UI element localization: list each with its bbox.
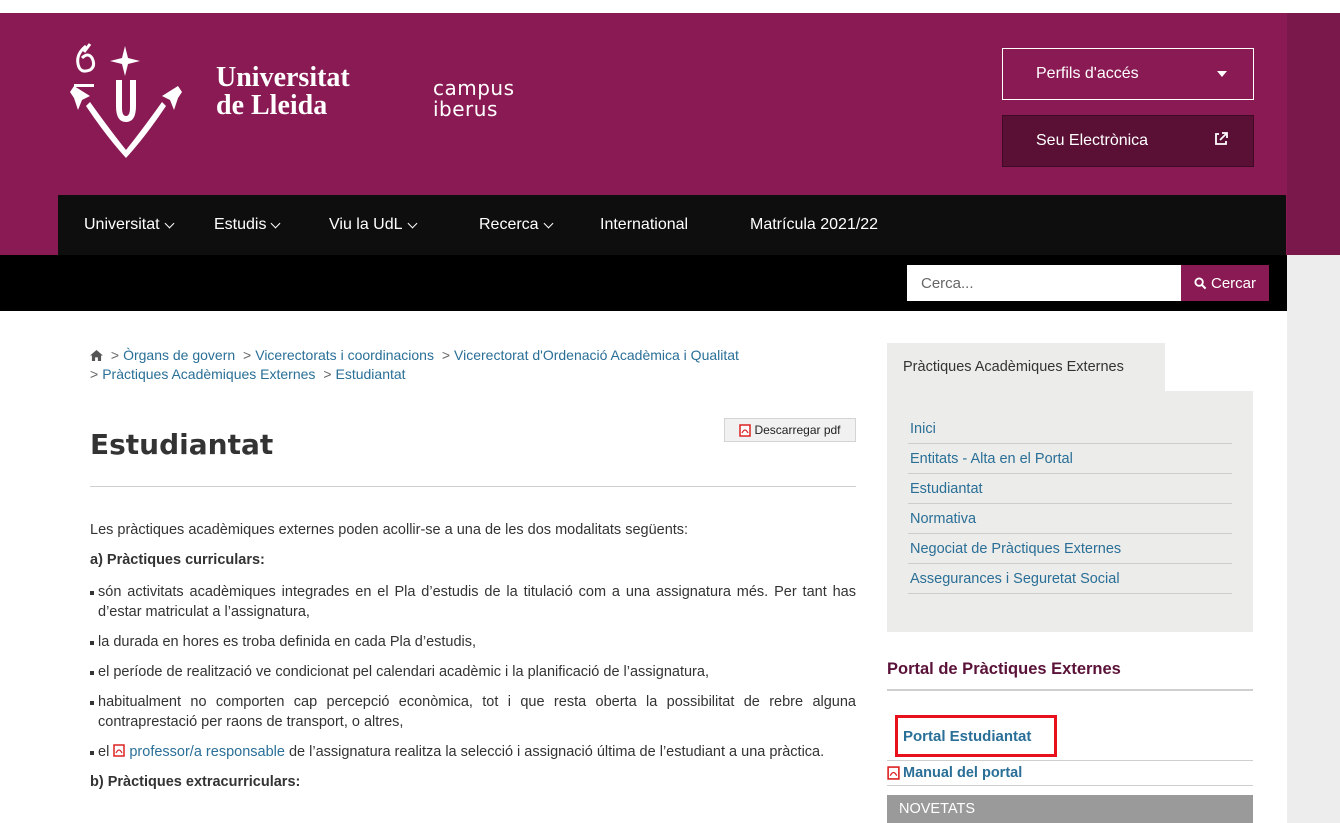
chevron-down-icon [164,218,175,228]
pdf-icon [887,766,900,780]
list-item: el professor/a responsable de l’assignat… [90,742,856,762]
list-item: són activitats acadèmiques integrades en… [90,582,856,622]
breadcrumb-link[interactable]: Òrgans de govern [123,347,235,363]
breadcrumb-link[interactable]: Vicerectorat d'Ordenació Acadèmica i Qua… [454,347,739,363]
breadcrumb-link[interactable]: Vicerectorats i coordinacions [255,347,434,363]
main-content: Les pràctiques acadèmiques externes pode… [90,520,856,804]
logo-line2: de Lleida [216,90,328,121]
nav-item-matricula[interactable]: Matrícula 2021/22 [750,195,878,255]
list-item: habitualment no comporten cap percepció … [90,692,856,732]
bullet-suffix: de l’assignatura realitza la selecció i … [288,744,825,760]
nav-item-recerca[interactable]: Recerca [479,195,554,255]
right-gutter-strip [1287,255,1340,311]
download-pdf-button[interactable]: Descarregar pdf [724,418,856,442]
portal-divider [887,760,1253,761]
breadcrumb-sep: > [323,366,332,382]
search-button-label: Cercar [1210,274,1256,292]
logo-wordmark: Universitat de Lleida [216,64,350,120]
campus-wordmark: campus iberus [433,78,515,120]
perfils-acces-dropdown[interactable]: Perfils d'accés [1002,48,1254,100]
campus-line2: iberus [433,97,498,121]
manual-portal-link[interactable]: Manual del portal [887,764,1022,782]
main-nav: Universitat Estudis Viu la UdL Recerca I… [58,195,1286,255]
section-b-heading: b) Pràctiques extracurriculars: [90,774,301,790]
nav-label: International [600,216,689,233]
sidebar-item-estudiantat[interactable]: Estudiantat [908,474,1232,504]
professor-responsable-link[interactable]: professor/a responsable [129,744,285,760]
search-button[interactable]: Cercar [1181,265,1269,301]
portal-estudiantat-link[interactable]: Portal Estudiantat [895,715,1057,757]
seu-electronica-button[interactable]: Seu Electrònica [1002,115,1254,167]
search-input[interactable] [907,265,1181,301]
breadcrumb: > Òrgans de govern > Vicerectorats i coord… [90,346,850,384]
sidebar-item-negociat[interactable]: Negociat de Pràctiques Externes [908,534,1232,564]
nav-label: Universitat [84,216,160,233]
nav-item-universitat[interactable]: Universitat [84,195,175,255]
nav-label: Estudis [214,216,267,233]
portal-divider [887,689,1253,691]
breadcrumb-sep: > [90,366,99,382]
breadcrumb-sep: > [441,347,451,363]
novetats-heading: NOVETATS [887,795,1253,823]
breadcrumb-link[interactable]: Estudiantat [336,366,406,382]
right-gutter [1287,311,1340,823]
bullet-list: són activitats acadèmiques integrades en… [90,582,856,762]
breadcrumb-sep: > [243,347,252,363]
nav-item-viu-la-udl[interactable]: Viu la UdL [329,195,417,255]
header-right-edge [1287,13,1340,256]
breadcrumb-sep: > [110,347,120,363]
search-icon [1194,276,1207,289]
sidebar-item-entitats[interactable]: Entitats - Alta en el Portal [908,444,1232,474]
external-link-icon [1215,132,1228,145]
manual-label: Manual del portal [903,765,1023,781]
campus-iberus-icon [74,43,96,87]
logo-line1: Universitat [216,62,350,93]
portal-divider [887,785,1253,786]
pdf-icon [739,423,752,437]
portal-heading: Portal de Pràctiques Externes [887,660,1121,678]
home-icon[interactable] [90,350,103,361]
bullet-prefix: el [98,744,110,760]
sidebar-item-assegurances[interactable]: Assegurances i Seguretat Social [908,564,1232,594]
title-divider [90,486,856,487]
nav-item-estudis[interactable]: Estudis [214,195,281,255]
nav-label: Matrícula 2021/22 [750,216,879,233]
top-strip [0,0,1340,13]
sidebar-item-inici[interactable]: Inici [908,414,1232,444]
campus-line1: campus [433,76,515,100]
nav-label: Recerca [479,216,539,233]
chevron-down-icon [407,218,417,228]
caret-down-icon [1217,71,1227,77]
pdf-icon [113,744,126,757]
page-title: Estudiantat [90,428,274,461]
sidebar-menu: Inici Entitats - Alta en el Portal Estud… [908,414,1232,594]
sidebar-tab[interactable]: Pràctiques Acadèmiques Externes [887,343,1165,391]
chevron-down-icon [271,218,281,228]
breadcrumb-link[interactable]: Pràctiques Acadèmiques Externes [102,366,315,382]
perfils-label: Perfils d'accés [1036,65,1139,82]
nav-item-international[interactable]: International [600,195,688,255]
intro-text: Les pràctiques acadèmiques externes pode… [90,522,689,538]
seu-label: Seu Electrònica [1036,132,1149,149]
university-logo[interactable]: Universitat de Lleida campus iberus [70,40,530,160]
list-item: la durada en hores es troba definida en … [90,632,856,652]
sidebar-item-normativa[interactable]: Normativa [908,504,1232,534]
section-a-heading: a) Pràctiques curriculars: [90,552,265,568]
chevron-down-icon [543,218,554,228]
pdf-label: Descarregar pdf [754,423,841,437]
list-item: el període de realització ve condicionat… [90,662,856,682]
nav-label: Viu la UdL [329,216,403,233]
